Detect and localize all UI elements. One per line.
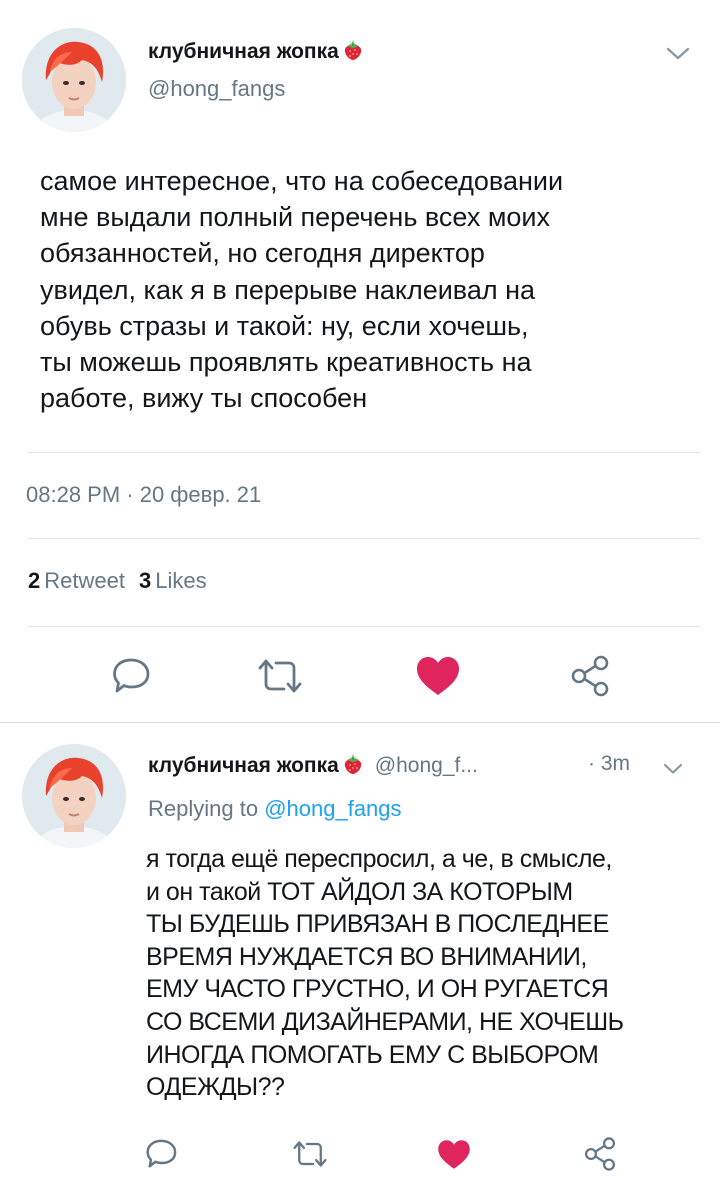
handle[interactable]: @hong_f... [375, 754, 478, 777]
reply-button[interactable] [108, 652, 156, 700]
replying-label: Replying to [148, 796, 259, 821]
handle[interactable]: @hong_fangs [148, 76, 285, 102]
like-count[interactable]: 3 [139, 568, 151, 593]
reply-text: я тогда ещё переспросил, а че, в смысле,… [146, 845, 624, 1102]
display-name-text: клубничная жопка [148, 40, 339, 63]
reply-icon [113, 658, 150, 693]
display-name[interactable]: клубничная жопка [148, 38, 365, 64]
retweet-button[interactable] [288, 1134, 332, 1174]
retweet-count[interactable]: 2 [28, 568, 40, 593]
strawberry-icon [344, 754, 361, 774]
share-button[interactable] [566, 652, 614, 700]
retweet-icon [258, 659, 302, 693]
reply-button[interactable] [142, 1134, 182, 1174]
reply-time[interactable]: · 3m [588, 752, 630, 776]
divider [28, 626, 700, 627]
divider [28, 538, 700, 539]
avatar-image [22, 744, 126, 848]
avatar[interactable] [22, 28, 126, 132]
reply-header: клубничная жопка @hong_f... [148, 752, 478, 778]
tweet-timestamp[interactable]: 08:28 PM · 20 февр. 21 [26, 482, 261, 508]
mention-link[interactable]: @hong_fangs [264, 796, 401, 821]
heart-icon [417, 657, 459, 695]
avatar-image [22, 28, 126, 132]
replying-to: Replying to @hong_fangs [148, 796, 402, 822]
share-button[interactable] [580, 1134, 620, 1174]
like-button[interactable] [434, 1134, 474, 1174]
tweet-thread: клубничная жопка @hong_fangs самое интер… [0, 0, 720, 1178]
heart-icon [438, 1139, 470, 1169]
tweet-stats: 2 Retweet 3 Likes [28, 568, 221, 594]
thread-separator [0, 722, 720, 723]
retweet-button[interactable] [254, 652, 306, 700]
retweet-icon [293, 1141, 327, 1167]
display-name[interactable]: клубничная жопка [148, 754, 339, 777]
retweet-label[interactable]: Retweet [44, 568, 125, 593]
chevron-down-icon[interactable] [662, 762, 684, 776]
avatar[interactable] [22, 744, 126, 848]
divider [28, 452, 700, 453]
reply-icon [146, 1139, 177, 1168]
strawberry-icon [344, 40, 361, 60]
tweet-text: самое интересное, что на собеседовании м… [40, 166, 564, 414]
share-icon [571, 655, 609, 697]
like-label[interactable]: Likes [155, 568, 206, 593]
share-icon [584, 1137, 616, 1171]
chevron-down-icon[interactable] [665, 46, 691, 62]
like-button[interactable] [412, 652, 464, 700]
